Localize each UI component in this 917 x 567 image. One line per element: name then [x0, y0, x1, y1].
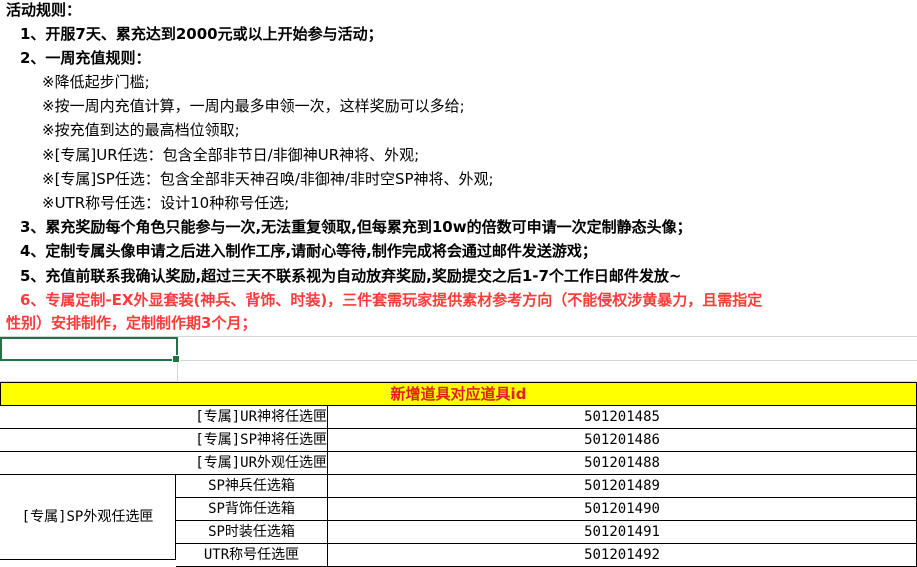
- rule-subline: ※按充值到达的最高档位领取;: [42, 121, 240, 139]
- fill-handle[interactable]: [172, 355, 180, 363]
- item-name-cell[interactable]: [专属]UR外观任选匣: [0, 452, 328, 475]
- empty-row[interactable]: [0, 361, 917, 382]
- rule-line: 2、一周充值规则：: [20, 49, 151, 67]
- rule-line-red: 性别）安排制作，定制制作期3个月；: [6, 314, 257, 332]
- item-id-cell[interactable]: 501201489: [328, 475, 917, 498]
- rules-title: 活动规则：: [6, 1, 82, 19]
- subitem-name-cell[interactable]: SP时装任选箱: [176, 521, 328, 544]
- rule-subline: ※[专属]UR任选：包含全部非节日/非御神UR神将、外观;: [42, 146, 420, 164]
- rule-subline: ※按一周内充值计算，一周内最多申领一次，这样奖励可以多给;: [42, 97, 465, 115]
- item-id-cell[interactable]: 501201492: [328, 544, 917, 567]
- rule-subline: ※降低起步门槛;: [42, 73, 150, 91]
- item-name-cell[interactable]: [专属]UR神将任选匣: [0, 406, 328, 429]
- item-id-cell[interactable]: 501201488: [328, 452, 917, 475]
- empty-cell[interactable]: [0, 361, 178, 381]
- rules-cell[interactable]: 活动规则： 1、开服7天、累充达到2000元或以上开始参与活动； 2、一周充值规…: [0, 0, 917, 337]
- subitem-name-cell[interactable]: SP神兵任选箱: [176, 475, 328, 498]
- table-header[interactable]: 新增道具对应道具id: [0, 382, 917, 406]
- table-row[interactable]: [专属]UR外观任选匣 501201488: [0, 452, 917, 475]
- rule-subline: ※[专属]SP任选：包含全部非天神召唤/非御神/非时空SP神将、外观;: [42, 170, 494, 188]
- rule-line: 1、开服7天、累充达到2000元或以上开始参与活动；: [20, 25, 383, 43]
- subitem-name-cell[interactable]: SP背饰任选箱: [176, 498, 328, 521]
- item-id-cell[interactable]: 501201491: [328, 521, 917, 544]
- table-row[interactable]: [专属]UR神将任选匣 501201485: [0, 406, 917, 429]
- subitem-name-cell[interactable]: UTR称号任选匣: [176, 544, 328, 567]
- table-row[interactable]: SP背饰任选箱 501201490: [0, 498, 917, 521]
- selected-cell[interactable]: [0, 337, 180, 363]
- item-id-cell[interactable]: 501201485: [328, 406, 917, 429]
- rule-line: 5、充值前联系我确认奖励,超过三天不联系视为自动放弃奖励,奖励提交之后1-7个工…: [20, 267, 682, 285]
- table-row[interactable]: UTR称号任选匣 501201492: [0, 544, 917, 567]
- table-row[interactable]: SP神兵任选箱 501201489: [0, 475, 917, 498]
- rule-subline: ※UTR称号任选：设计10种称号任选;: [42, 194, 290, 212]
- rule-line-red: 6、专属定制-EX外显套装(神兵、背饰、时装)，三件套需玩家提供素材参考方向（不…: [20, 291, 763, 309]
- rule-line: 4、定制专属头像申请之后进入制作工序,请耐心等待,制作完成将会通过邮件发送游戏；: [20, 242, 597, 260]
- item-name-cell[interactable]: [专属]SP神将任选匣: [0, 429, 328, 452]
- item-id-cell[interactable]: 501201486: [328, 429, 917, 452]
- table-row[interactable]: SP时装任选箱 501201491: [0, 521, 917, 544]
- table-row[interactable]: [专属]SP神将任选匣 501201486: [0, 429, 917, 452]
- rule-line: 3、累充奖励每个角色只能参与一次,无法重复领取,但每累充到10w的倍数可申请一次…: [20, 218, 692, 236]
- item-id-cell[interactable]: 501201490: [328, 498, 917, 521]
